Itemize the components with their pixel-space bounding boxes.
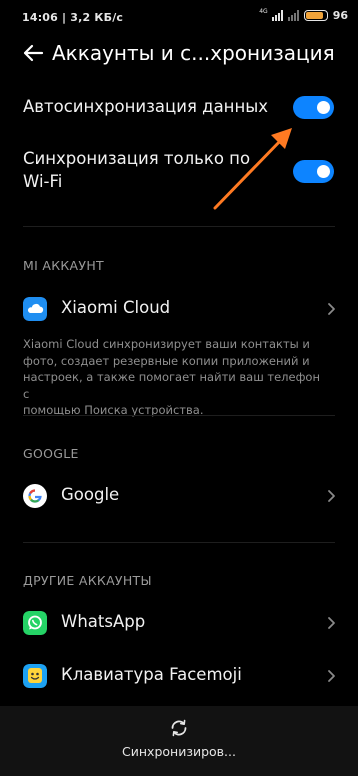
chevron-right-icon xyxy=(328,670,335,682)
section-title-mi: MI АККАУНТ xyxy=(23,258,104,273)
account-label-google: Google xyxy=(61,485,120,504)
status-bar: 14:06 | 3,2 КБ/с 4G 96 xyxy=(0,0,358,34)
status-speed: 3,2 КБ/с xyxy=(70,11,124,24)
google-icon xyxy=(23,484,47,508)
section-title-google: GOOGLE xyxy=(23,446,79,461)
autosync-row[interactable]: Автосинхронизация данных xyxy=(0,93,358,123)
desc-line: настроек, а также помогает найти ваш тел… xyxy=(23,370,320,401)
status-time-speed: 14:06 | 3,2 КБ/с xyxy=(22,11,124,24)
account-label-xiaomi-cloud: Xiaomi Cloud xyxy=(61,298,171,317)
chevron-right-icon xyxy=(328,303,335,315)
sync-label: Синхронизиров... xyxy=(122,744,236,759)
section-title-other: ДРУГИЕ АККАУНТЫ xyxy=(23,573,152,588)
wifi-only-label-line2: Wi-Fi xyxy=(23,172,63,191)
chevron-right-icon xyxy=(328,617,335,629)
battery-icon xyxy=(303,10,328,21)
xiaomi-cloud-description: Xiaomi Cloud синхронизирует ваши контакт… xyxy=(23,336,328,419)
chevron-right-icon xyxy=(328,490,335,502)
divider xyxy=(23,415,335,416)
header: Аккаунты и с...хронизация xyxy=(0,34,358,78)
status-icons: 4G 96 xyxy=(259,8,348,23)
back-arrow-icon[interactable] xyxy=(22,42,44,64)
divider xyxy=(23,542,335,543)
wifi-only-label-line1: Синхронизация только по xyxy=(23,149,251,168)
account-label-whatsapp: WhatsApp xyxy=(61,612,146,631)
battery-percent: 96 xyxy=(332,9,348,22)
signal-icon-2 xyxy=(287,10,299,21)
account-row-xiaomi-cloud[interactable]: Xiaomi Cloud xyxy=(0,286,358,332)
sync-now-button[interactable]: Синхронизиров... xyxy=(0,706,358,776)
account-row-google[interactable]: Google xyxy=(0,473,358,519)
network-type: 4G xyxy=(259,8,268,15)
desc-line: Xiaomi Cloud синхронизирует ваши контакт… xyxy=(23,337,310,351)
wifi-only-toggle[interactable] xyxy=(293,160,334,183)
account-label-facemoji: Клавиатура Facemoji xyxy=(61,665,242,684)
xiaomi-cloud-icon xyxy=(23,297,47,321)
desc-line: помощью Поиска устройства. xyxy=(23,403,204,417)
divider xyxy=(23,226,335,227)
facemoji-keyboard-icon xyxy=(23,664,47,688)
page-title: Аккаунты и с...хронизация xyxy=(52,41,335,65)
autosync-label: Автосинхронизация данных xyxy=(23,97,269,116)
desc-line: фото, создает резервные копии приложений… xyxy=(23,353,310,368)
account-row-facemoji[interactable]: Клавиатура Facemoji xyxy=(0,653,358,699)
account-row-whatsapp[interactable]: WhatsApp xyxy=(0,600,358,646)
sync-icon xyxy=(171,719,187,737)
signal-icon xyxy=(271,10,283,21)
autosync-toggle[interactable] xyxy=(293,96,334,119)
whatsapp-icon xyxy=(23,611,47,635)
wifi-only-row[interactable]: Синхронизация только по Wi-Fi xyxy=(0,148,358,196)
status-time: 14:06 xyxy=(22,11,59,24)
